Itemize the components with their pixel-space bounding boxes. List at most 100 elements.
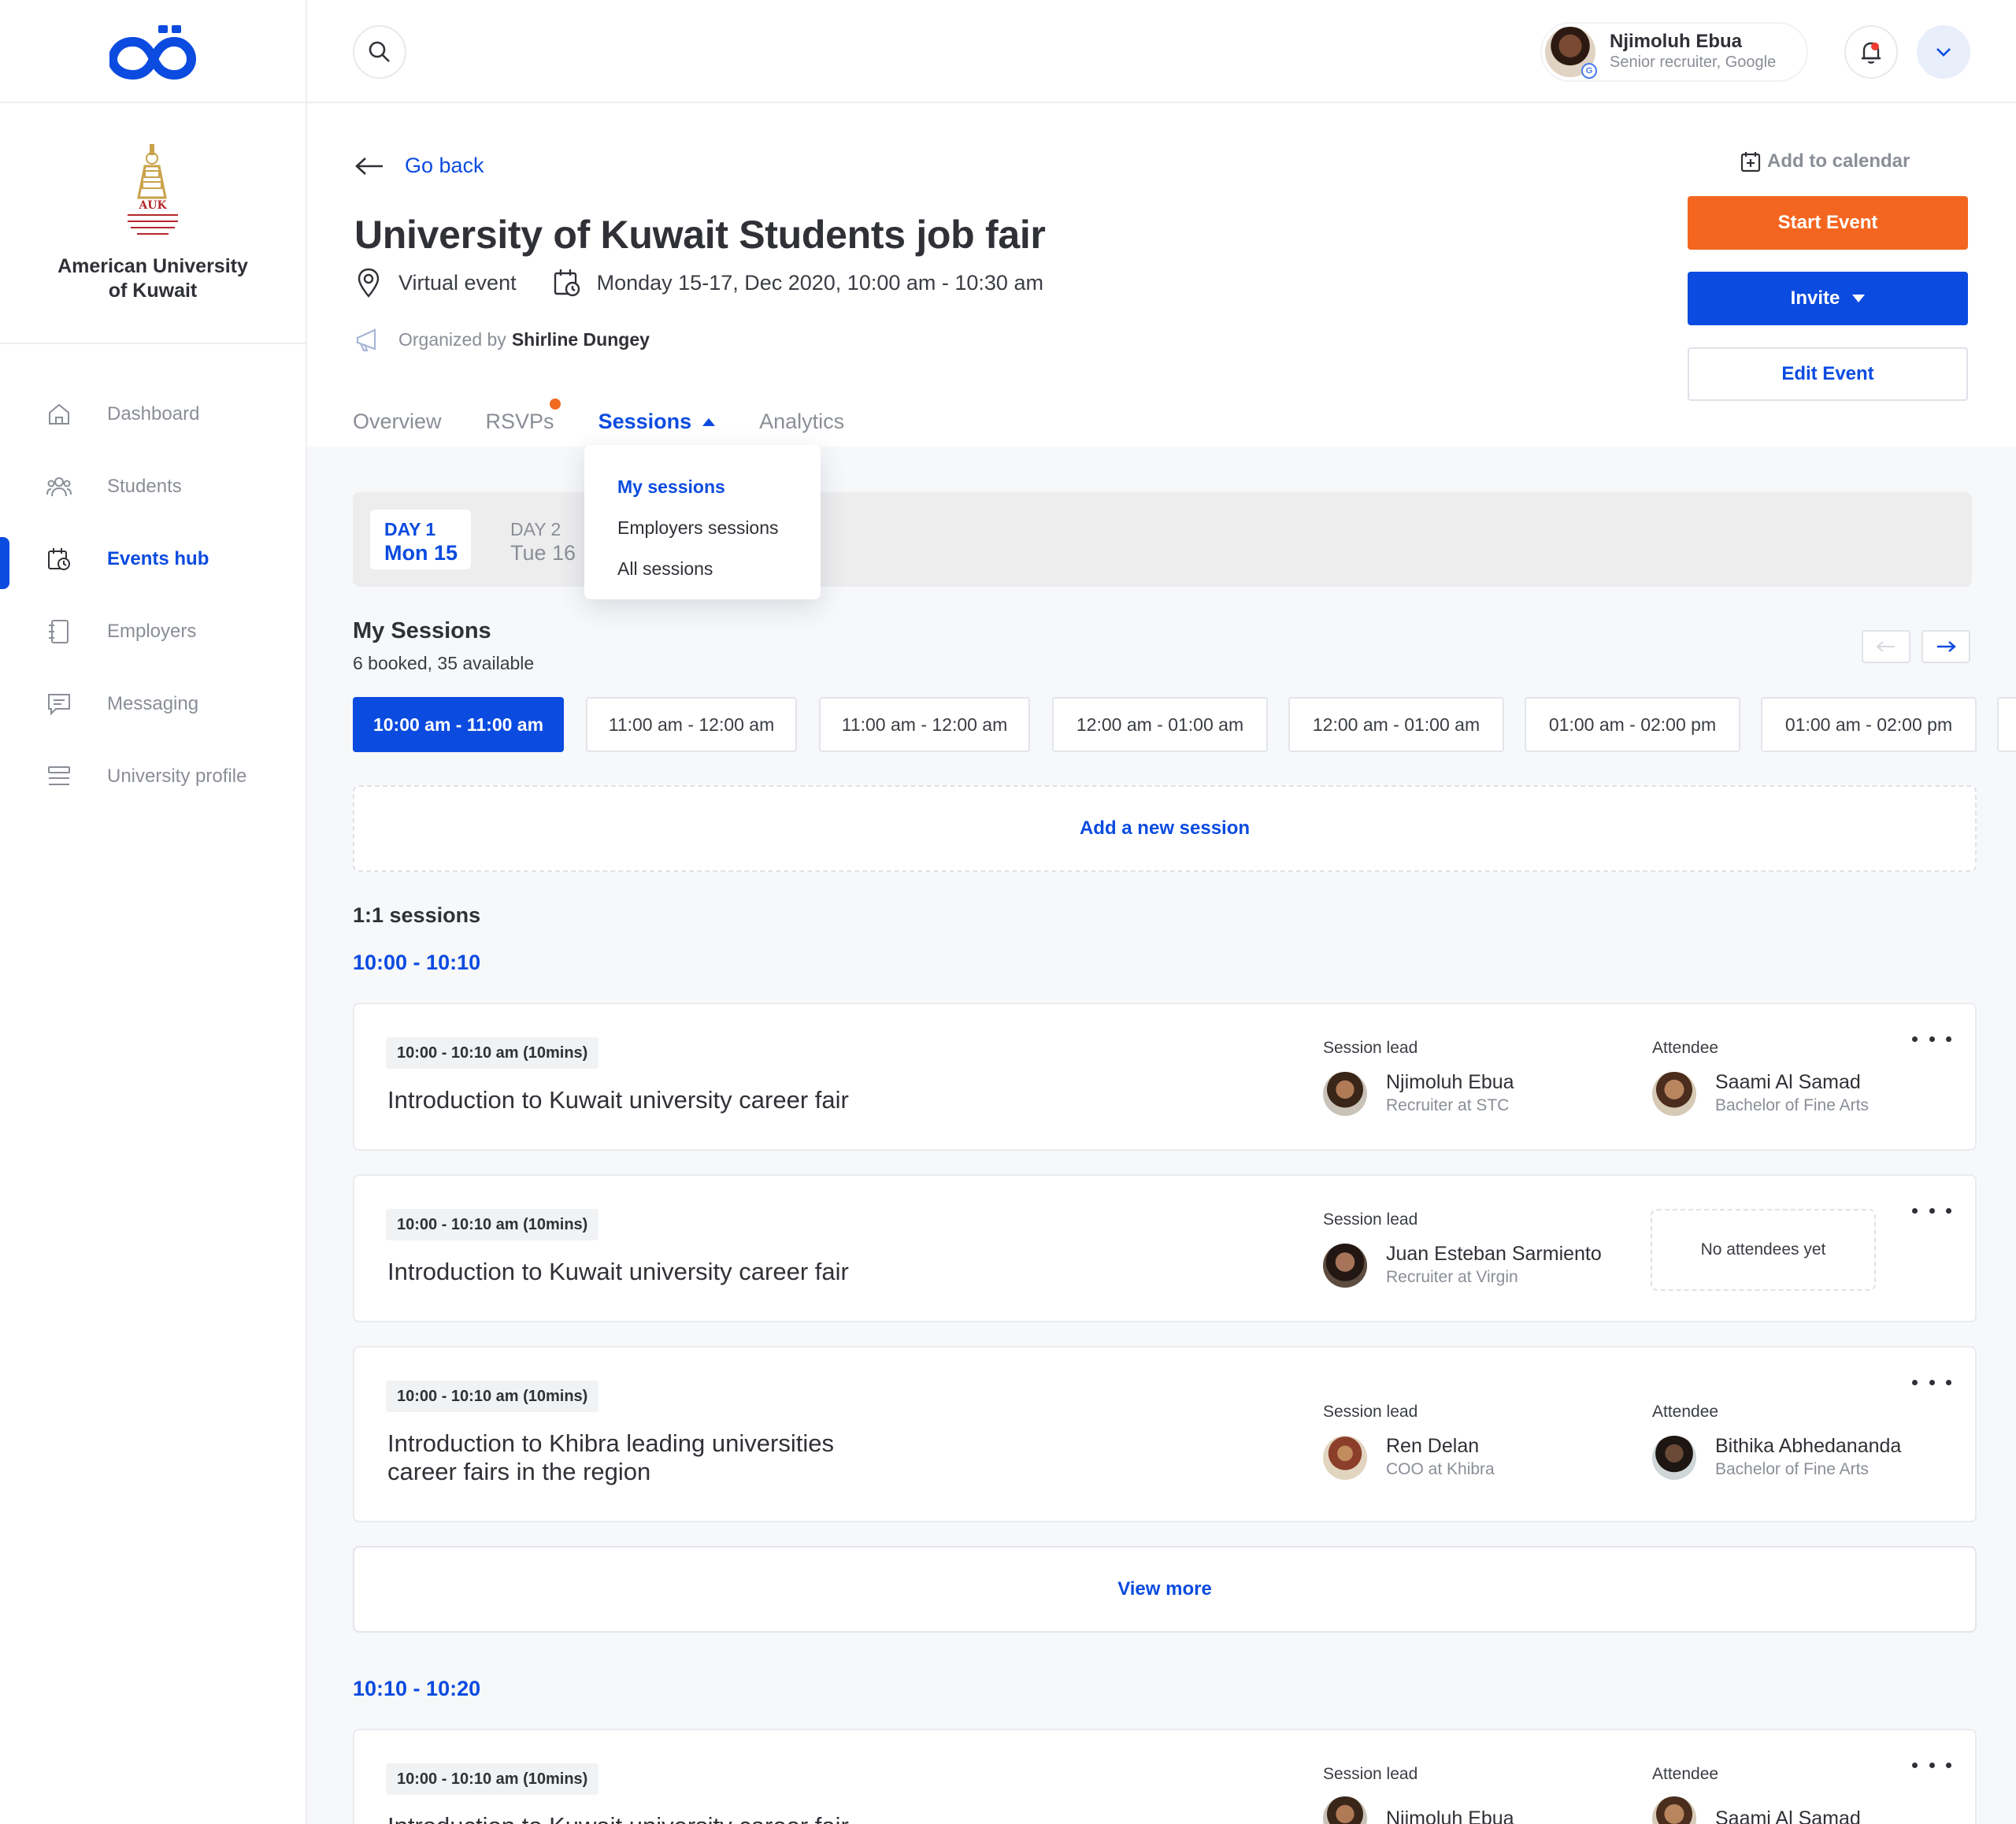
- time-slot-partial[interactable]: [1997, 697, 2016, 752]
- more-options-icon[interactable]: [1912, 1374, 1951, 1390]
- tab-overview[interactable]: Overview: [353, 410, 442, 434]
- calendar-clock-icon: [46, 546, 72, 573]
- menu-item-employers-sessions[interactable]: Employers sessions: [584, 517, 821, 558]
- person-role: Recruiter at STC: [1386, 1096, 1510, 1114]
- person-role: Bachelor of Fine Arts: [1715, 1096, 1869, 1114]
- session-lead[interactable]: Juan Esteban Sarmiento Recruiter at Virg…: [1323, 1242, 1602, 1289]
- session-lead[interactable]: Njimoluh Ebua: [1323, 1796, 1514, 1824]
- person-name: Bithika Abhedananda: [1715, 1435, 1902, 1457]
- chat-icon: [46, 691, 72, 717]
- event-location: Virtual event: [398, 270, 517, 295]
- organizer-name[interactable]: Shirline Dungey: [512, 329, 650, 350]
- day-tab-1[interactable]: DAY 1 Mon 15: [370, 510, 471, 569]
- sessions-dropdown-menu: My sessions Employers sessions All sessi…: [584, 445, 821, 599]
- time-group-heading: 10:10 - 10:20: [353, 1677, 481, 1700]
- list-icon: [46, 763, 72, 790]
- tab-label: Overview: [353, 410, 442, 433]
- account-menu-button[interactable]: [1917, 25, 1970, 79]
- day-tab-2[interactable]: DAY 2 Tue 16: [496, 510, 597, 569]
- session-card[interactable]: 10:00 - 10:10 am (10mins) Introduction t…: [353, 1729, 1977, 1824]
- attendee[interactable]: Saami Al Samad: [1652, 1796, 1861, 1824]
- tab-analytics[interactable]: Analytics: [759, 410, 844, 434]
- session-title: Introduction to Kuwait university career…: [387, 1086, 849, 1114]
- session-card[interactable]: 10:00 - 10:10 am (10mins) Introduction t…: [353, 1346, 1977, 1522]
- time-slot[interactable]: 01:00 am - 02:00 pm: [1525, 697, 1740, 752]
- invite-button[interactable]: Invite: [1688, 272, 1968, 325]
- go-back-label: Go back: [405, 154, 484, 177]
- edit-event-button[interactable]: Edit Event: [1688, 347, 1968, 401]
- notifications-button[interactable]: [1844, 25, 1898, 79]
- sidebar-item-events-hub[interactable]: Events hub: [0, 523, 307, 595]
- edit-event-label: Edit Event: [1781, 363, 1874, 384]
- university-name: American University of Kuwait: [57, 255, 248, 302]
- university-logo-icon: AUK: [128, 144, 178, 235]
- more-options-icon[interactable]: [1912, 1031, 1951, 1047]
- tab-rsvps[interactable]: RSVPs: [485, 399, 561, 434]
- home-icon: [46, 401, 72, 428]
- attendee[interactable]: Bithika Abhedananda Bachelor of Fine Art…: [1652, 1434, 1901, 1481]
- bell-icon: [1862, 42, 1881, 64]
- time-slot[interactable]: 11:00 am - 12:00 am: [586, 697, 797, 752]
- session-time-pill: 10:00 - 10:10 am (10mins): [386, 1209, 599, 1240]
- sidebar-item-dashboard[interactable]: Dashboard: [0, 378, 307, 450]
- start-event-button[interactable]: Start Event: [1688, 196, 1968, 250]
- tab-label: RSVPs: [485, 410, 554, 433]
- session-lead[interactable]: Ren Delan COO at Khibra: [1323, 1434, 1495, 1481]
- menu-item-my-sessions[interactable]: My sessions: [584, 476, 821, 517]
- sidebar-item-students[interactable]: Students: [0, 450, 307, 523]
- person-name: Juan Esteban Sarmiento: [1386, 1243, 1602, 1265]
- session-title: Introduction to Khibra leading universit…: [387, 1429, 834, 1485]
- sidebar-item-university-profile[interactable]: University profile: [0, 740, 307, 813]
- view-more-button[interactable]: View more: [353, 1546, 1977, 1633]
- user-profile-chip[interactable]: G Njimoluh Ebua Senior recruiter, Google: [1540, 22, 1808, 82]
- organized-by-label: Organized by: [398, 328, 506, 350]
- event-organizer: Organized by Shirline Dungey: [354, 327, 650, 352]
- event-meta: Virtual event Monday 15-17, Dec 2020, 10…: [354, 267, 1043, 298]
- session-lead-label: Session lead: [1323, 1210, 1418, 1229]
- megaphone-icon: [356, 328, 376, 352]
- chevron-down-icon: [1936, 48, 1951, 57]
- slots-next-button[interactable]: [1922, 630, 1970, 663]
- time-slots: 10:00 am - 11:00 am 11:00 am - 12:00 am …: [353, 697, 2016, 754]
- sidebar-item-label: University profile: [107, 766, 247, 787]
- time-slot[interactable]: 12:00 am - 01:00 am: [1052, 697, 1268, 752]
- more-options-icon[interactable]: [1912, 1757, 1951, 1773]
- slots-prev-button[interactable]: [1862, 630, 1910, 663]
- sidebar-item-employers[interactable]: Employers: [0, 595, 307, 668]
- page-title: University of Kuwait Students job fair: [354, 213, 1046, 257]
- sidebar: AUK American University of Kuwait Dashbo…: [0, 0, 307, 1824]
- session-card[interactable]: 10:00 - 10:10 am (10mins) Introduction t…: [353, 1003, 1977, 1151]
- sidebar-item-label: Events hub: [107, 548, 209, 569]
- time-slot[interactable]: 01:00 am - 02:00 pm: [1761, 697, 1977, 752]
- tab-sessions[interactable]: Sessions: [598, 410, 716, 434]
- go-back-link[interactable]: Go back: [354, 154, 484, 178]
- add-to-calendar-link[interactable]: Add to calendar: [1740, 150, 1910, 172]
- start-event-label: Start Event: [1777, 212, 1878, 233]
- google-badge-icon: G: [1581, 63, 1597, 79]
- time-slot[interactable]: 11:00 am - 12:00 am: [819, 697, 1030, 752]
- one-on-one-heading: 1:1 sessions: [353, 903, 481, 927]
- app-logo-icon[interactable]: [109, 23, 196, 80]
- attendee[interactable]: Saami Al Samad Bachelor of Fine Arts: [1652, 1070, 1869, 1118]
- person-name: Saami Al Samad: [1715, 1071, 1861, 1093]
- add-new-session-button[interactable]: Add a new session: [353, 785, 1977, 872]
- attendee-label: Attendee: [1652, 1765, 1719, 1783]
- sidebar-item-label: Students: [107, 476, 182, 497]
- search-button[interactable]: [353, 25, 406, 79]
- session-card[interactable]: 10:00 - 10:10 am (10mins) Introduction t…: [353, 1174, 1977, 1322]
- session-lead-label: Session lead: [1323, 1039, 1418, 1057]
- no-attendees-placeholder: No attendees yet: [1651, 1209, 1876, 1291]
- session-lead-label: Session lead: [1323, 1403, 1418, 1421]
- more-options-icon[interactable]: [1912, 1203, 1951, 1218]
- menu-item-all-sessions[interactable]: All sessions: [584, 558, 821, 599]
- tab-label: Sessions: [598, 410, 692, 433]
- avatar: [1323, 1436, 1367, 1480]
- top-bar: G Njimoluh Ebua Senior recruiter, Google: [307, 0, 2016, 103]
- time-slot[interactable]: 10:00 am - 11:00 am: [353, 697, 564, 752]
- person-name: Ren Delan: [1386, 1435, 1480, 1457]
- sidebar-item-messaging[interactable]: Messaging: [0, 668, 307, 740]
- session-title: Introduction to Kuwait university career…: [387, 1812, 907, 1824]
- session-lead[interactable]: Njimoluh Ebua Recruiter at STC: [1323, 1070, 1514, 1118]
- time-slot[interactable]: 12:00 am - 01:00 am: [1288, 697, 1504, 752]
- session-title: Introduction to Kuwait university career…: [387, 1258, 849, 1285]
